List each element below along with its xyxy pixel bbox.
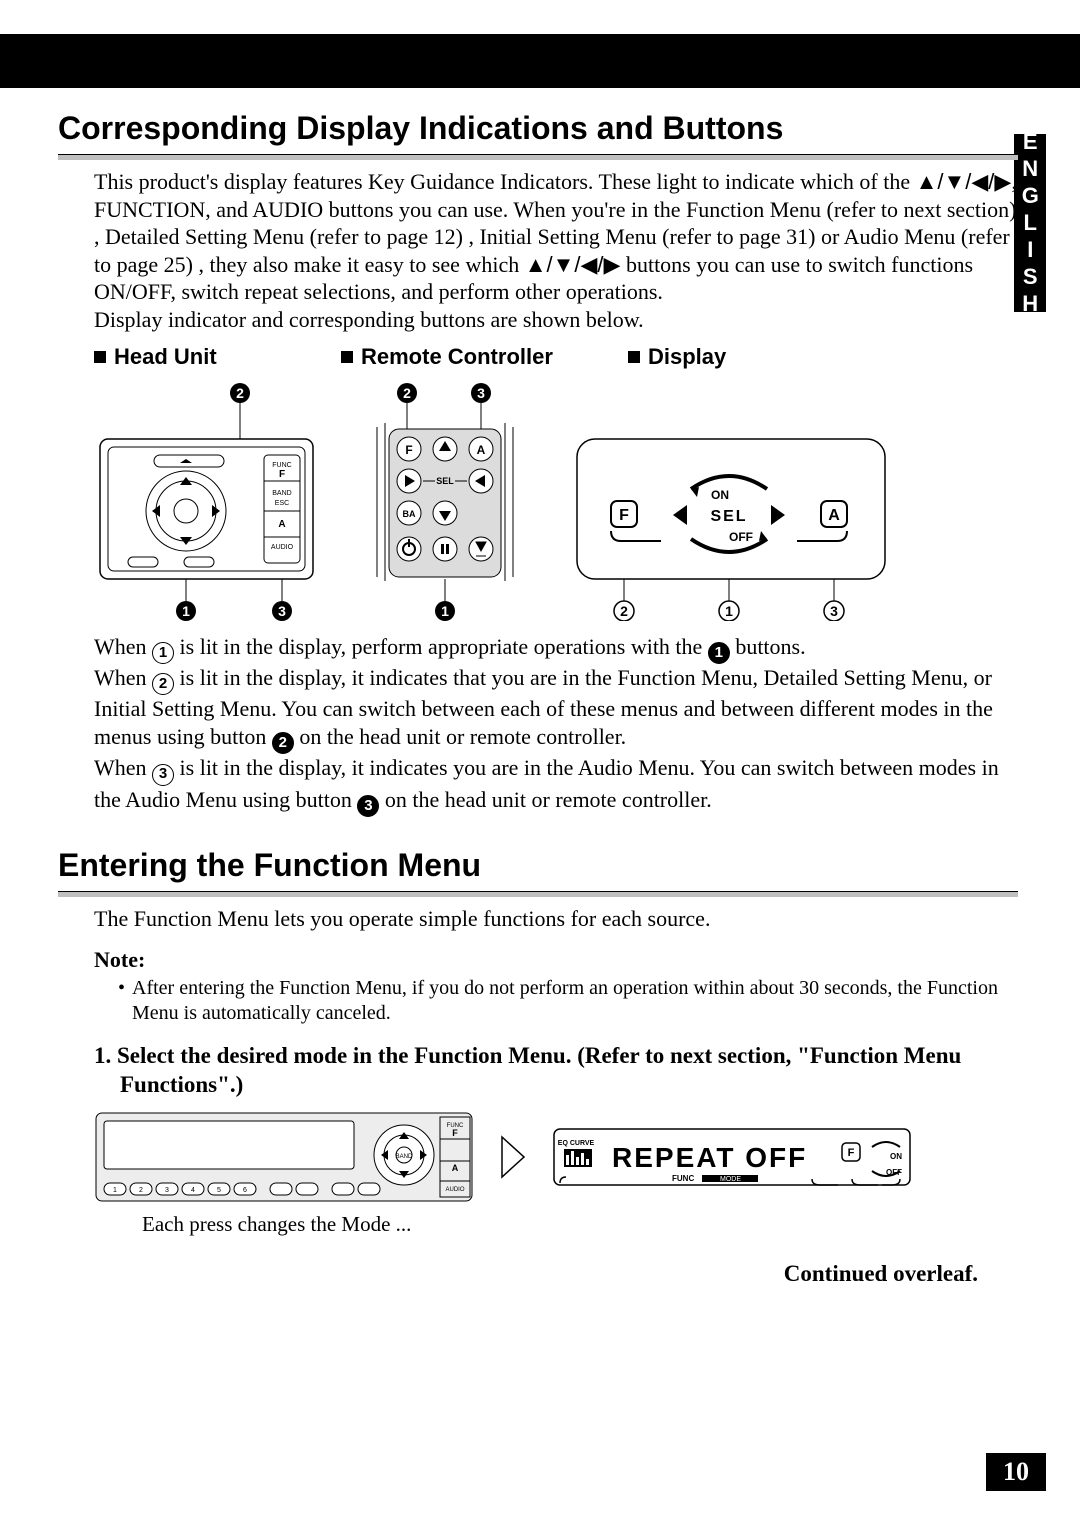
section-corresponding-display: Corresponding Display Indications and Bu… — [58, 108, 1018, 817]
step-caption: Each press changes the Mode ... — [142, 1211, 1018, 1237]
note-list: After entering the Function Menu, if you… — [118, 976, 1018, 1026]
svg-text:EQ CURVE: EQ CURVE — [558, 1140, 595, 1147]
square-icon — [94, 351, 106, 363]
svg-text:3: 3 — [278, 603, 286, 619]
remote-controller-diagram: 2 3 F A SEL — [345, 381, 545, 621]
svg-text:4: 4 — [191, 1187, 195, 1194]
svg-text:BAND: BAND — [272, 490, 291, 497]
svg-text:2: 2 — [236, 385, 244, 401]
svg-text:FUNC: FUNC — [272, 462, 291, 469]
step-1: 1. Select the desired mode in the Functi… — [94, 1042, 1018, 1100]
svg-text:SEL: SEL — [710, 508, 747, 525]
display-label: Display — [628, 343, 726, 371]
language-tab: ENGLISH — [1014, 134, 1046, 312]
t: buttons. — [730, 634, 806, 659]
svg-text:OFF: OFF — [729, 530, 753, 544]
t: When — [94, 634, 152, 659]
head-unit-illustration: 123456 BAND FUNC F A AUDIO — [94, 1109, 474, 1205]
circled-2-filled: 2 — [272, 732, 294, 754]
note-label: Note: — [94, 946, 1018, 974]
svg-text:1: 1 — [725, 603, 733, 619]
t: is lit in the display, perform appropria… — [174, 634, 708, 659]
continued-overleaf: Continued overleaf. — [58, 1260, 978, 1289]
circled-1-open: 1 — [152, 642, 174, 664]
diagram-headers: Head Unit Remote Controller Display — [94, 343, 1018, 371]
explanation-paragraph: When 1 is lit in the display, perform ap… — [94, 633, 1018, 817]
svg-text:3: 3 — [165, 1187, 169, 1194]
svg-text:6: 6 — [243, 1187, 247, 1194]
section-title: Corresponding Display Indications and Bu… — [58, 108, 1018, 148]
section-rule — [58, 891, 1018, 901]
page-content: Corresponding Display Indications and Bu… — [58, 108, 1018, 1316]
svg-text:A: A — [452, 1163, 459, 1173]
svg-text:MODE: MODE — [720, 1176, 741, 1183]
intro-tail: Display indicator and corresponding butt… — [94, 307, 644, 332]
step-illustration-row: 1 2 3 4 5 6 BAND FUNC F A AUDIO — [94, 1109, 1018, 1205]
circled-2-open: 2 — [152, 673, 174, 695]
svg-text:OFF: OFF — [886, 1168, 902, 1177]
svg-text:AUDIO: AUDIO — [271, 544, 294, 551]
svg-text:BA: BA — [403, 509, 416, 519]
svg-text:F: F — [279, 469, 285, 480]
svg-text:A: A — [278, 519, 285, 530]
page-number: 10 — [986, 1453, 1046, 1491]
svg-text:AUDIO: AUDIO — [445, 1187, 464, 1193]
svg-text:1: 1 — [182, 603, 190, 619]
label-text: Head Unit — [114, 343, 217, 371]
display-diagram: F A ON — [571, 381, 891, 621]
svg-text:ON: ON — [890, 1152, 902, 1161]
top-black-bar — [0, 34, 1080, 88]
head-unit-label: Head Unit — [94, 343, 329, 371]
section-entering-function-menu: Entering the Function Menu The Function … — [58, 845, 1018, 1289]
manual-page: ENGLISH Corresponding Display Indication… — [0, 0, 1080, 1533]
arrow-glyphs-2: ▲/▼/◀/▶ — [525, 252, 621, 277]
svg-text:1: 1 — [441, 603, 449, 619]
section-title: Entering the Function Menu — [58, 845, 1018, 885]
circled-3-open: 3 — [152, 764, 174, 786]
section2-intro: The Function Menu lets you operate simpl… — [94, 905, 1018, 933]
svg-text:F: F — [848, 1147, 855, 1159]
svg-text:F: F — [619, 507, 629, 524]
note-item: After entering the Function Menu, if you… — [118, 976, 1018, 1026]
square-icon — [341, 351, 353, 363]
svg-text:F: F — [452, 1128, 458, 1138]
svg-text:3: 3 — [830, 603, 838, 619]
arrow-glyphs: ▲/▼/◀/▶ — [916, 169, 1012, 194]
arrow-right-icon — [498, 1133, 528, 1181]
svg-text:A: A — [828, 507, 840, 524]
t: When — [94, 665, 152, 690]
svg-text:1: 1 — [113, 1187, 117, 1194]
svg-text:REPEAT OFF: REPEAT OFF — [612, 1142, 807, 1173]
section-rule — [58, 154, 1018, 164]
lcd-display-illustration: EQ CURVE REPEAT OFF FUNC MODE F ON — [552, 1125, 912, 1189]
svg-text:2: 2 — [620, 603, 628, 619]
svg-text:2: 2 — [139, 1187, 143, 1194]
t: on the head unit or remote controller. — [379, 787, 711, 812]
svg-text:2: 2 — [403, 385, 411, 401]
svg-text:A: A — [477, 443, 486, 457]
svg-text:3: 3 — [477, 385, 485, 401]
square-icon — [628, 351, 640, 363]
intro-paragraph: This product's display features Key Guid… — [94, 168, 1018, 333]
circled-3-filled: 3 — [357, 795, 379, 817]
remote-controller-label: Remote Controller — [341, 343, 616, 371]
svg-text:F: F — [405, 443, 412, 457]
svg-text:SEL: SEL — [436, 476, 454, 486]
t: on the head unit or remote controller. — [294, 724, 626, 749]
head-unit-diagram: 2 FUNC F BAND E — [94, 381, 319, 621]
t: When — [94, 755, 152, 780]
svg-text:ESC: ESC — [275, 500, 289, 507]
label-text: Display — [648, 343, 726, 371]
intro-text-1: This product's display features Key Guid… — [94, 169, 916, 194]
svg-text:FUNC: FUNC — [672, 1174, 694, 1183]
label-text: Remote Controller — [361, 343, 553, 371]
svg-text:5: 5 — [217, 1187, 221, 1194]
circled-1-filled: 1 — [708, 642, 730, 664]
svg-text:ON: ON — [711, 488, 729, 502]
svg-text:BAND: BAND — [396, 1154, 413, 1160]
diagram-row: 2 FUNC F BAND E — [94, 381, 1018, 621]
